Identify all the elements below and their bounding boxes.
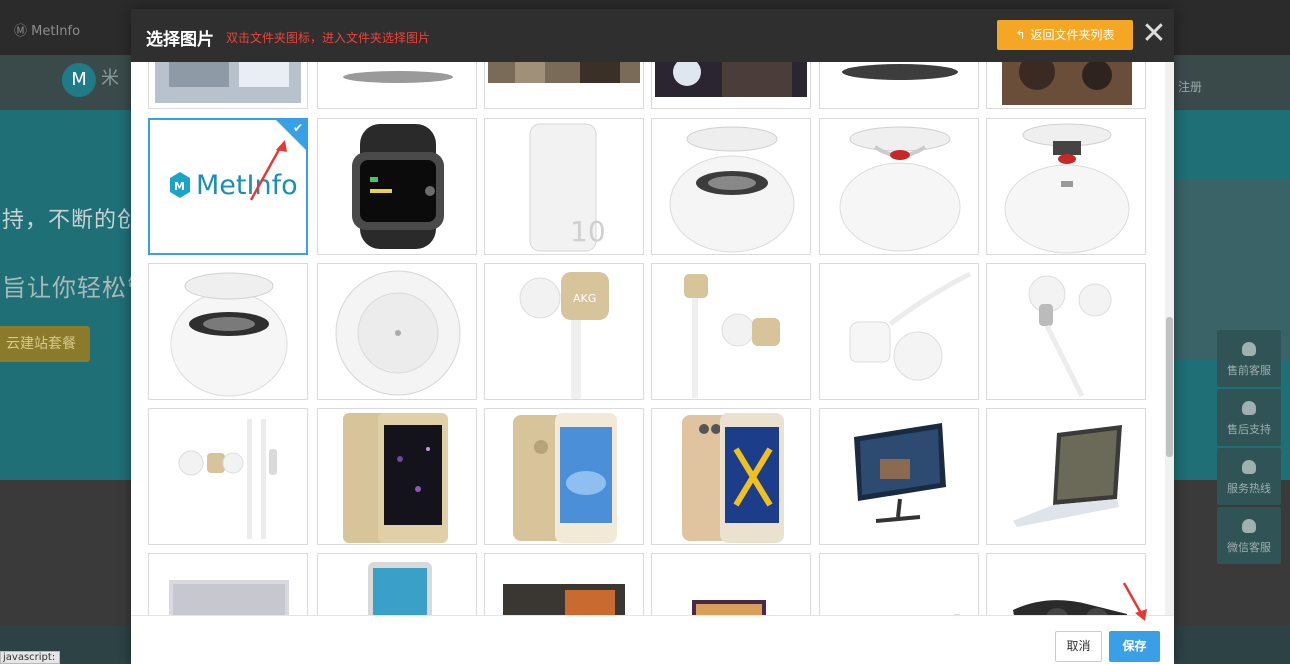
annotation-arrow-icon [249, 140, 287, 201]
image-tile-earphones-white-2[interactable] [986, 263, 1146, 400]
image-tile-phone-gold-3[interactable] [651, 408, 811, 545]
annotation-arrow-icon [1122, 582, 1147, 621]
modal-title: 选择图片 [146, 30, 214, 50]
side-item-hotline[interactable]: 服务热线 [1217, 448, 1281, 505]
modal-header: 选择图片 双击文件夹图标，进入文件夹选择图片 ↰ 返回文件夹列表 ✕ [131, 9, 1174, 62]
background-logo-text: 米 [101, 68, 119, 89]
hero-line-2: 旨让你轻松管 [2, 274, 152, 302]
save-button[interactable]: 保存 [1109, 631, 1160, 662]
image-tile-speaker-2[interactable] [819, 118, 979, 255]
image-tile[interactable] [148, 62, 308, 109]
image-tile-earphones-white[interactable] [819, 263, 979, 400]
image-tile-monitor[interactable] [819, 408, 979, 545]
image-tile-smart-watch[interactable] [317, 118, 477, 255]
cancel-button[interactable]: 取消 [1055, 631, 1102, 662]
logo-mark-letter: M [174, 180, 185, 193]
logo-icon: M [62, 63, 96, 97]
return-arrow-icon: ↰ [1015, 28, 1026, 42]
modal-footer: 取消 保存 [131, 615, 1174, 664]
brand-mark-small: Ⓜ [14, 24, 32, 39]
status-bar-url: javascript: [0, 651, 60, 664]
hero-button[interactable]: 云建站套餐 [0, 326, 90, 362]
image-tile[interactable] [317, 62, 477, 109]
image-tile[interactable] [484, 553, 644, 615]
user-icon [1242, 401, 1256, 415]
image-tile-speaker-3[interactable] [986, 118, 1146, 255]
register-link[interactable]: 注册 [1178, 78, 1202, 95]
svg-text:AKG: AKG [573, 292, 596, 305]
side-item-support[interactable]: 售后支持 [1217, 389, 1281, 446]
service-side-panel: 售前客服 售后支持 服务热线 微信客服 [1217, 330, 1281, 566]
image-picker-modal: 选择图片 双击文件夹图标，进入文件夹选择图片 ↰ 返回文件夹列表 ✕ M Met… [131, 9, 1174, 664]
svg-text:10: 10 [570, 215, 606, 248]
image-tile[interactable] [148, 553, 308, 615]
image-tile-speaker-4[interactable] [148, 263, 308, 400]
image-tile[interactable] [986, 62, 1146, 109]
close-icon[interactable]: ✕ [1140, 18, 1168, 50]
image-tile[interactable] [819, 553, 979, 615]
image-tile-earphones-gold-2[interactable] [651, 263, 811, 400]
image-tile-earphones-set[interactable] [148, 408, 308, 545]
phone-icon [1242, 460, 1256, 474]
image-tile-phone-gold-1[interactable] [317, 408, 477, 545]
image-tile[interactable] [651, 62, 811, 109]
image-tile-earphones-gold[interactable]: AKG [484, 263, 644, 400]
image-tile-speaker-top-view[interactable] [317, 263, 477, 400]
image-tile-speaker-1[interactable] [651, 118, 811, 255]
image-tile[interactable] [819, 62, 979, 109]
image-tile-laptop[interactable] [986, 408, 1146, 545]
image-tile[interactable] [651, 553, 811, 615]
side-item-presale[interactable]: 售前客服 [1217, 330, 1281, 387]
user-icon [1242, 342, 1256, 356]
wechat-icon [1242, 519, 1256, 533]
gallery-scroll-thumb[interactable] [1166, 317, 1173, 457]
image-tile-power-bank[interactable]: 10 [484, 118, 644, 255]
background-brand: Ⓜ MetInfo [14, 24, 81, 39]
check-icon: ✔ [292, 121, 303, 135]
image-tile[interactable] [484, 62, 644, 109]
back-to-folder-list-button[interactable]: ↰ 返回文件夹列表 [997, 20, 1133, 50]
modal-hint: 双击文件夹图标，进入文件夹选择图片 [226, 31, 431, 45]
image-tile-phone-gold-2[interactable] [484, 408, 644, 545]
image-tile[interactable] [317, 553, 477, 615]
side-item-wechat[interactable]: 微信客服 [1217, 507, 1281, 564]
